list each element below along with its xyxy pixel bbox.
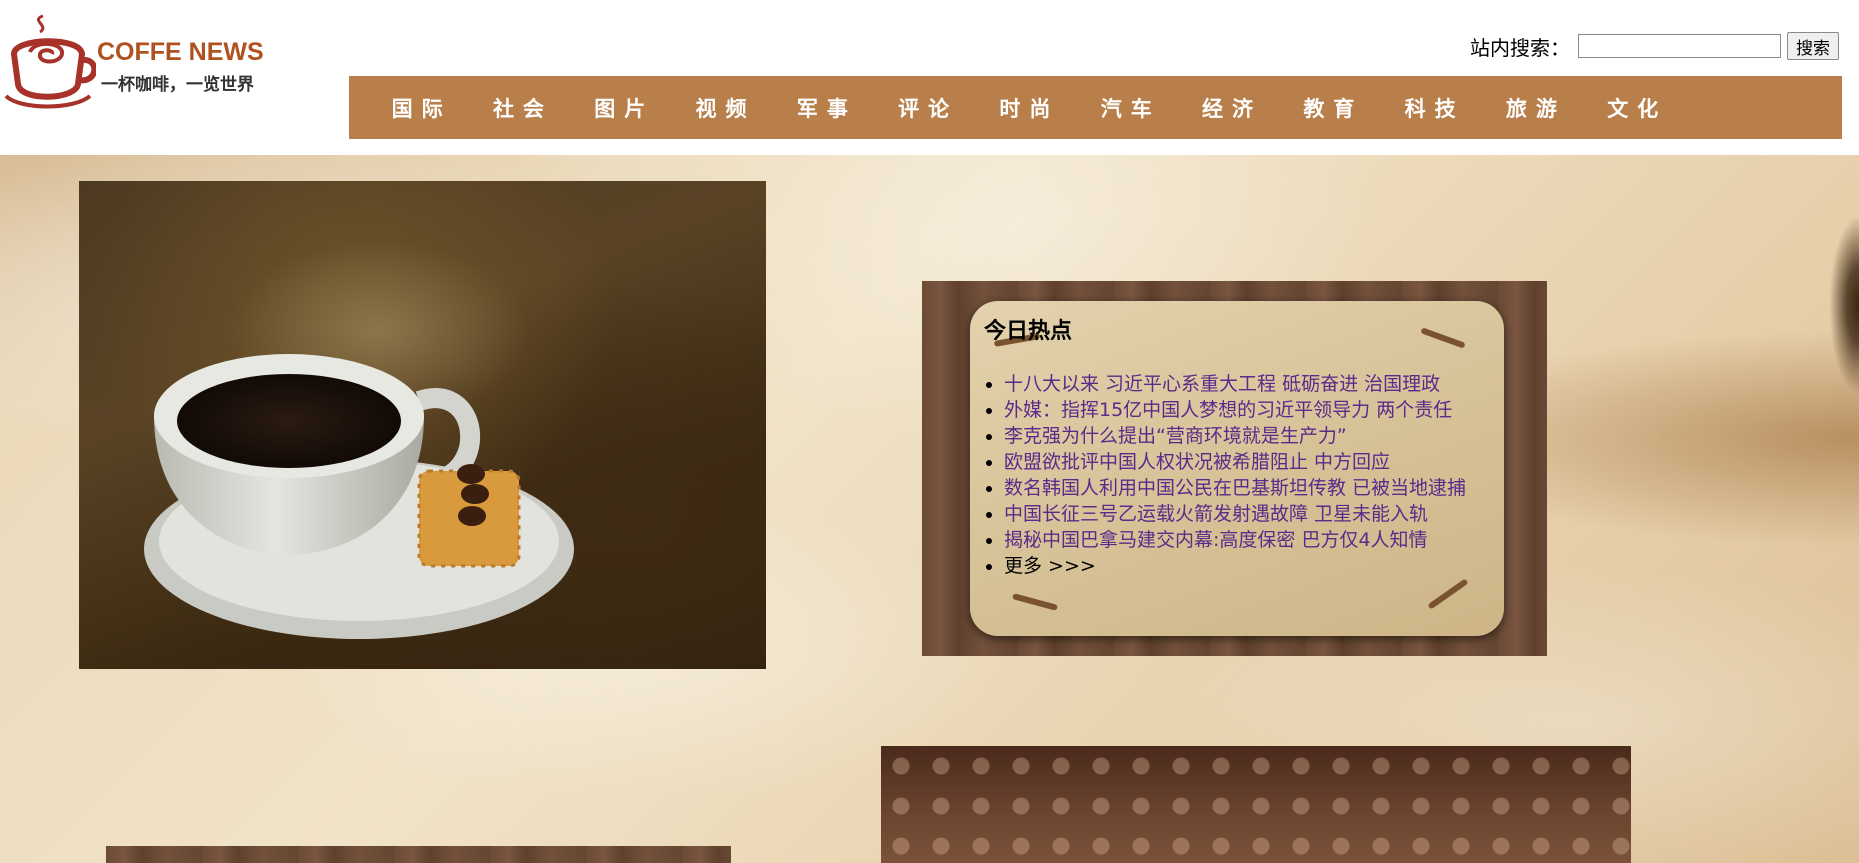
- header: COFFE NEWS 一杯咖啡，一览世界 站内搜索： 搜索 国际 社会 图片 视…: [0, 0, 1859, 155]
- wood-panel: [106, 846, 731, 863]
- more-link[interactable]: 更多 >>>: [1004, 555, 1096, 577]
- hot-news-list: 十八大以来 习近平心系重大工程 砥砺奋进 治国理政 外媒：指挥15亿中国人梦想的…: [984, 371, 1466, 579]
- nav-item-education[interactable]: 教育: [1283, 93, 1384, 123]
- logo-title: COFFE NEWS: [97, 38, 264, 66]
- site-logo[interactable]: COFFE NEWS 一杯咖啡，一览世界: [0, 14, 290, 110]
- hot-news-link[interactable]: 中国长征三号乙运载火箭发射遇故障 卫星未能入轨: [1004, 503, 1428, 525]
- coffee-cup-image: [144, 241, 574, 639]
- list-item: 揭秘中国巴拿马建交内幕:高度保密 巴方仅4人知情: [1004, 527, 1466, 553]
- nav-item-video[interactable]: 视频: [675, 93, 776, 123]
- search-button[interactable]: 搜索: [1787, 32, 1839, 60]
- pin-decoration: [1420, 327, 1466, 349]
- nav-item-economy[interactable]: 经济: [1181, 93, 1282, 123]
- list-item: 更多 >>>: [1004, 553, 1466, 579]
- search-label: 站内搜索：: [1470, 35, 1570, 60]
- nav-item-auto[interactable]: 汽车: [1080, 93, 1181, 123]
- main-nav: 国际 社会 图片 视频 军事 评论 时尚 汽车 经济 教育 科技 旅游 文化: [349, 76, 1842, 139]
- pin-decoration: [1012, 593, 1058, 611]
- hot-news-link[interactable]: 数名韩国人利用中国公民在巴基斯坦传教 已被当地逮捕: [1004, 477, 1466, 499]
- nav-item-pictures[interactable]: 图片: [574, 93, 675, 123]
- hot-news-link[interactable]: 十八大以来 习近平心系重大工程 砥砺奋进 治国理政: [1004, 373, 1440, 395]
- list-item: 欧盟欲批评中国人权状况被希腊阻止 中方回应: [1004, 449, 1466, 475]
- hot-news-link[interactable]: 李克强为什么提出“营商环境就是生产力”: [1004, 425, 1347, 447]
- nav-item-culture[interactable]: 文化: [1587, 93, 1688, 123]
- list-item: 数名韩国人利用中国公民在巴基斯坦传教 已被当地逮捕: [1004, 475, 1466, 501]
- damask-panel: [881, 746, 1631, 863]
- hot-news-card: 今日热点 十八大以来 习近平心系重大工程 砥砺奋进 治国理政 外媒：指挥15亿中…: [970, 301, 1504, 636]
- list-item: 十八大以来 习近平心系重大工程 砥砺奋进 治国理政: [1004, 371, 1466, 397]
- pin-decoration: [1427, 578, 1469, 610]
- search-input[interactable]: [1578, 34, 1781, 58]
- list-item: 李克强为什么提出“营商环境就是生产力”: [1004, 423, 1466, 449]
- nav-item-fashion[interactable]: 时尚: [979, 93, 1080, 123]
- nav-item-tech[interactable]: 科技: [1384, 93, 1485, 123]
- hot-news-link[interactable]: 欧盟欲批评中国人权状况被希腊阻止 中方回应: [1004, 451, 1390, 473]
- list-item: 中国长征三号乙运载火箭发射遇故障 卫星未能入轨: [1004, 501, 1466, 527]
- coffee-cup-icon: [4, 14, 96, 109]
- site-search: 站内搜索： 搜索: [1470, 31, 1839, 61]
- logo-slogan: 一杯咖啡，一览世界: [101, 75, 254, 95]
- nav-item-opinion[interactable]: 评论: [877, 93, 978, 123]
- paper-edge-decoration: [1829, 215, 1859, 395]
- nav-item-society[interactable]: 社会: [472, 93, 573, 123]
- hot-news-title: 今日热点: [984, 319, 1073, 344]
- hot-news-link[interactable]: 外媒：指挥15亿中国人梦想的习近平领导力 两个责任: [1004, 399, 1452, 421]
- nav-item-travel[interactable]: 旅游: [1485, 93, 1586, 123]
- coffee-photo: [79, 181, 766, 669]
- hot-news-board: 今日热点 十八大以来 习近平心系重大工程 砥砺奋进 治国理政 外媒：指挥15亿中…: [922, 281, 1547, 656]
- hot-news-link[interactable]: 揭秘中国巴拿马建交内幕:高度保密 巴方仅4人知情: [1004, 529, 1428, 551]
- nav-item-military[interactable]: 军事: [776, 93, 877, 123]
- list-item: 外媒：指挥15亿中国人梦想的习近平领导力 两个责任: [1004, 397, 1466, 423]
- nav-item-international[interactable]: 国际: [371, 93, 472, 123]
